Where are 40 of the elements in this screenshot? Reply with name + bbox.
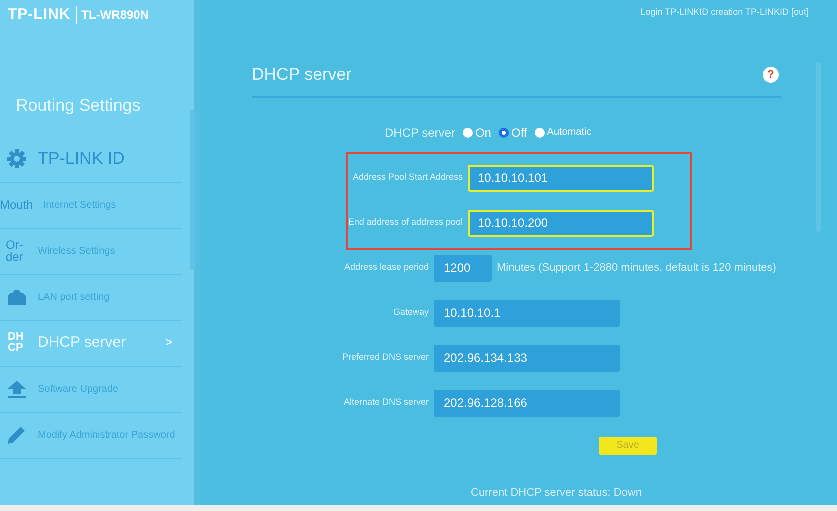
status-text: Current DHCP server status: Down xyxy=(471,486,643,500)
input-field[interactable]: 202.96.134.133 xyxy=(434,344,620,372)
radio-option[interactable]: Off xyxy=(499,124,528,142)
scrollbar[interactable] xyxy=(190,110,195,270)
panel-title: DHCP server xyxy=(252,64,352,86)
help-icon[interactable]: ? xyxy=(763,66,779,83)
sidebar-item[interactable]: Mouth Internet Settings xyxy=(0,182,182,228)
upload-icon xyxy=(7,380,27,398)
sidebar-item[interactable]: DHCP DHCP server > xyxy=(0,320,182,366)
input-field[interactable]: 202.96.128.166 xyxy=(434,390,620,416)
brand-logo: TP-LINK xyxy=(8,5,71,25)
field-label: Alternate DNS server xyxy=(342,396,429,410)
hint-text: Minutes (Support 1-2880 minutes, default is 120 minutes) xyxy=(497,260,776,276)
sidebar-item[interactable]: Or-der Wireless Settings xyxy=(0,228,182,274)
dhcp-icon: DHCP xyxy=(8,332,26,354)
field-label: Address Pool Start Address xyxy=(352,171,463,184)
input-field[interactable]: 10.10.10.200 xyxy=(468,210,654,236)
input-field[interactable]: 1200 xyxy=(434,254,492,282)
field-label: Preferred DNS server xyxy=(341,351,429,364)
icon-glyph: Mouth xyxy=(0,199,34,211)
field-label: Address lease period xyxy=(343,261,429,274)
sidebar-item[interactable]: LAN port setting xyxy=(0,274,182,320)
radio-option[interactable]: On xyxy=(463,124,492,142)
ethernet-port-icon xyxy=(7,289,27,305)
gear-icon xyxy=(7,149,27,169)
field-label: Gateway xyxy=(392,306,429,320)
field-label: DHCP server xyxy=(385,124,456,142)
input-field[interactable]: 10.10.10.101 xyxy=(468,164,654,192)
sidebar-item[interactable]: TP-LINK ID xyxy=(0,136,182,182)
field-label: End address of address pool xyxy=(348,216,463,230)
save-button[interactable]: Save xyxy=(599,436,657,454)
input-field[interactable]: 10.10.10.1 xyxy=(434,300,620,326)
account-links[interactable]: Login TP-LINKID creation TP-LINKID [out] xyxy=(640,6,809,20)
radio-option[interactable]: Automatic xyxy=(535,125,592,140)
model-name: TL-WR890N xyxy=(76,6,150,24)
icon-glyph: Or-der xyxy=(6,239,24,263)
sidebar-title: Routing Settings xyxy=(16,94,141,116)
sidebar-item[interactable]: Modify Administrator Password xyxy=(0,412,182,458)
sidebar-item[interactable]: Software Upgrade xyxy=(0,366,182,412)
pencil-icon xyxy=(7,425,27,445)
